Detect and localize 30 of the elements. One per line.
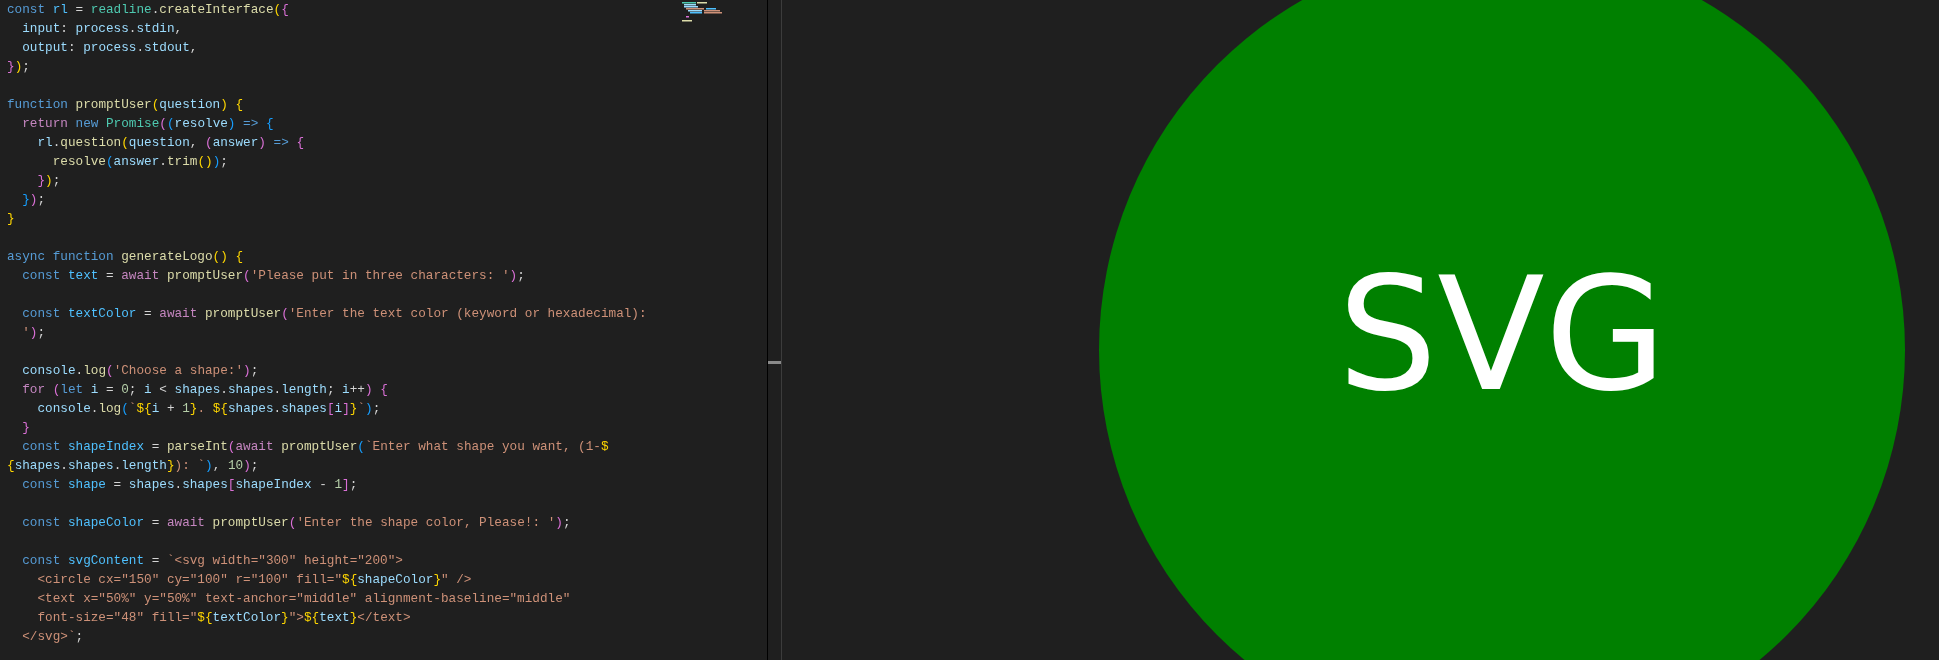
code-line: const shape = shapes.shapes[shapeIndex - 1]; xyxy=(21,476,359,494)
code-line: async function generateLogo() { xyxy=(7,248,245,266)
code-line: console.log('Choose a shape:'); xyxy=(21,362,260,380)
code-line: </svg>`; xyxy=(21,628,85,646)
code-line: }); xyxy=(21,191,47,209)
code-line: } xyxy=(7,210,16,228)
code-line: for (let i = 0; i < shapes.shapes.length; i++) { xyxy=(21,381,389,399)
code-line: const text = await promptUser('Please put in three characters: '); xyxy=(21,267,526,285)
logo-text: SVG xyxy=(1337,245,1667,425)
code-line: <text x="50%" y="50%" text-anchor="middle" alignment-baseline="middle" xyxy=(36,590,572,608)
code-line: '); xyxy=(21,324,47,342)
code-line: {shapes.shapes.length}): `), 10); xyxy=(7,457,260,475)
code-line: const rl = readline.createInterface({ xyxy=(7,1,290,19)
code-line: <circle cx="150" cy="100" r="100" fill="${shapeColor}" /> xyxy=(36,571,473,589)
code-line: output: process.stdout, xyxy=(21,39,199,57)
code-line: }); xyxy=(36,172,62,190)
code-line: const textColor = await promptUser('Enter the text color (keyword or hexadecimal): xyxy=(21,305,648,323)
code-line: }); xyxy=(7,58,31,76)
code-line: const shapeIndex = parseInt(await promptUser(`Enter what shape you want, (1-$ xyxy=(21,438,610,456)
scroll-thumb[interactable] xyxy=(768,361,781,364)
code-line: const shapeColor = await promptUser('Enter the shape color, Please!: '); xyxy=(21,514,572,532)
code-line: function promptUser(question) { xyxy=(7,96,245,114)
code-line: input: process.stdin, xyxy=(21,20,184,38)
code-line: const svgContent = `<svg width="300" height="200"> xyxy=(21,552,404,570)
code-line: console.log(`${i + 1}. ${shapes.shapes[i]}`); xyxy=(36,400,382,418)
code-line: rl.question(question, (answer) => { xyxy=(36,134,306,152)
code-line: } xyxy=(21,419,31,437)
code-line: font-size="48" fill="${textColor}">${text}</text> xyxy=(36,609,412,627)
code-line: return new Promise((resolve) => { xyxy=(21,115,275,133)
code-line: resolve(answer.trim()); xyxy=(51,153,229,171)
